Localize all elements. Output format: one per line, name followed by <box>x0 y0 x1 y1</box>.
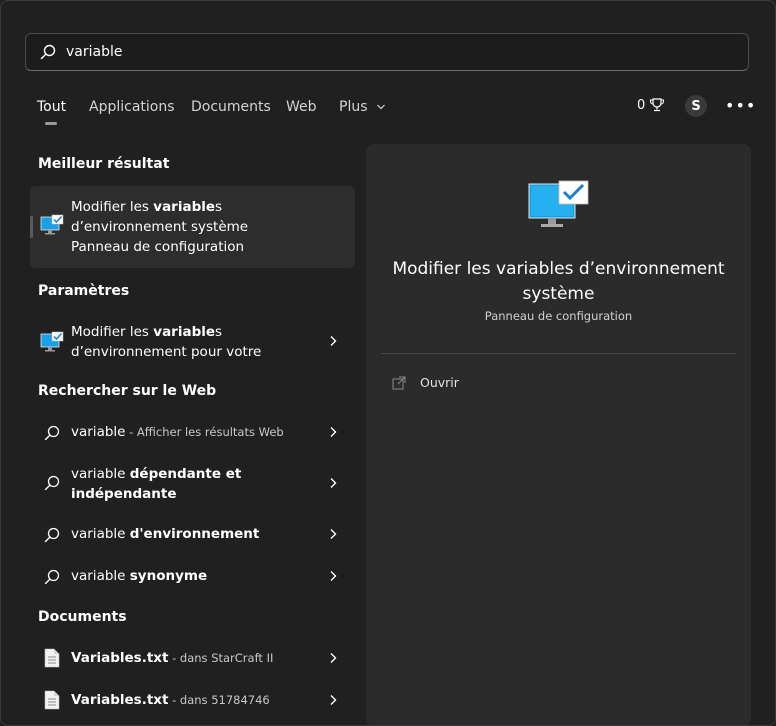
best-result-item[interactable]: Modifier les variables d’environnement s… <box>30 186 355 268</box>
text-file-icon <box>44 690 60 710</box>
chevron-right-icon <box>330 336 337 346</box>
web-result-item[interactable]: variable - Afficher les résultats Web <box>30 420 355 446</box>
system-environment-icon <box>40 331 64 352</box>
chevron-right-icon <box>330 478 337 488</box>
settings-item-line2: d’environnement pour votre <box>71 344 262 360</box>
web-result-item[interactable]: variable d'environnement <box>30 522 355 548</box>
chevron-right-icon <box>330 695 337 705</box>
best-result-title-prefix: Modifier les <box>71 199 154 215</box>
tab-plus[interactable]: Plus <box>339 99 386 115</box>
chevron-right-icon <box>330 571 337 581</box>
avatar[interactable]: S <box>685 95 707 117</box>
active-tab-indicator <box>45 122 57 125</box>
document-location: - dans 51784746 <box>168 693 270 707</box>
search-input[interactable] <box>66 41 716 63</box>
web-result-suggestion: d'environnement <box>129 526 260 542</box>
search-icon <box>44 527 60 543</box>
start-search-window: Tout Applications Documents Web Plus 0 S… <box>0 0 776 726</box>
web-result-suggestion-line2: indépendante <box>71 486 177 502</box>
section-best-result: Meilleur résultat <box>38 156 170 172</box>
best-result-title-match: variable <box>153 199 216 215</box>
search-icon <box>44 569 60 585</box>
open-label: Ouvrir <box>420 375 459 390</box>
best-result-title-line2: d’environnement système <box>71 219 249 235</box>
document-name: Variables.txt <box>71 650 169 666</box>
open-action[interactable]: Ouvrir <box>392 375 459 390</box>
search-icon <box>44 425 60 441</box>
system-environment-icon <box>40 214 64 235</box>
section-documents: Documents <box>38 609 127 625</box>
web-result-item[interactable]: variable synonyme <box>30 564 355 590</box>
best-result-title-suffix: s <box>215 199 223 215</box>
web-result-hint: - Afficher les résultats Web <box>125 425 284 439</box>
trophy-icon <box>650 98 665 112</box>
chevron-right-icon <box>330 529 337 539</box>
web-result-query: variable <box>71 424 126 440</box>
settings-item[interactable]: Modifier les variables d’environnement p… <box>30 319 355 365</box>
tab-tout[interactable]: Tout <box>37 99 66 115</box>
search-box[interactable] <box>25 33 749 71</box>
detail-pane: Modifier les variables d’environnement s… <box>366 144 751 725</box>
rewards-count: 0 <box>637 97 646 113</box>
chevron-right-icon <box>330 653 337 663</box>
chevron-down-icon <box>377 104 385 110</box>
open-external-icon <box>392 376 406 389</box>
web-result-suggestion: dépendante et <box>129 466 242 482</box>
web-result-query: variable <box>71 526 130 542</box>
more-options-button[interactable]: ••• <box>725 96 756 115</box>
best-result-subtitle: Panneau de configuration <box>71 239 245 255</box>
document-item[interactable]: Variables.txt - dans 51784746 <box>30 687 355 713</box>
settings-item-match: variable <box>153 324 216 340</box>
web-result-item[interactable]: variable dépendante et indépendante <box>30 462 355 506</box>
system-environment-icon <box>528 180 589 227</box>
selection-indicator <box>30 216 33 238</box>
document-item[interactable]: Variables.txt - dans StarCraft II <box>30 645 355 671</box>
text-file-icon <box>44 648 60 668</box>
rewards-button[interactable]: 0 <box>637 97 665 113</box>
tab-documents[interactable]: Documents <box>191 99 271 115</box>
web-result-suggestion: synonyme <box>129 568 208 584</box>
detail-title: Modifier les variables d’environnement s… <box>392 259 725 304</box>
detail-subtitle: Panneau de configuration <box>484 309 633 323</box>
search-icon <box>44 475 60 491</box>
document-name: Variables.txt <box>71 692 169 708</box>
section-web-search: Rechercher sur le Web <box>38 383 217 399</box>
tab-web[interactable]: Web <box>286 99 317 115</box>
tab-plus-label: Plus <box>339 99 368 115</box>
settings-item-prefix: Modifier les <box>71 324 154 340</box>
web-result-query: variable <box>71 466 130 482</box>
web-result-query: variable <box>71 568 130 584</box>
divider <box>381 353 736 354</box>
section-settings: Paramètres <box>38 283 130 299</box>
document-location: - dans StarCraft II <box>168 651 274 665</box>
chevron-right-icon <box>330 427 337 437</box>
search-icon <box>40 44 56 60</box>
tab-applications[interactable]: Applications <box>89 99 175 115</box>
settings-item-suffix: s <box>215 324 223 340</box>
